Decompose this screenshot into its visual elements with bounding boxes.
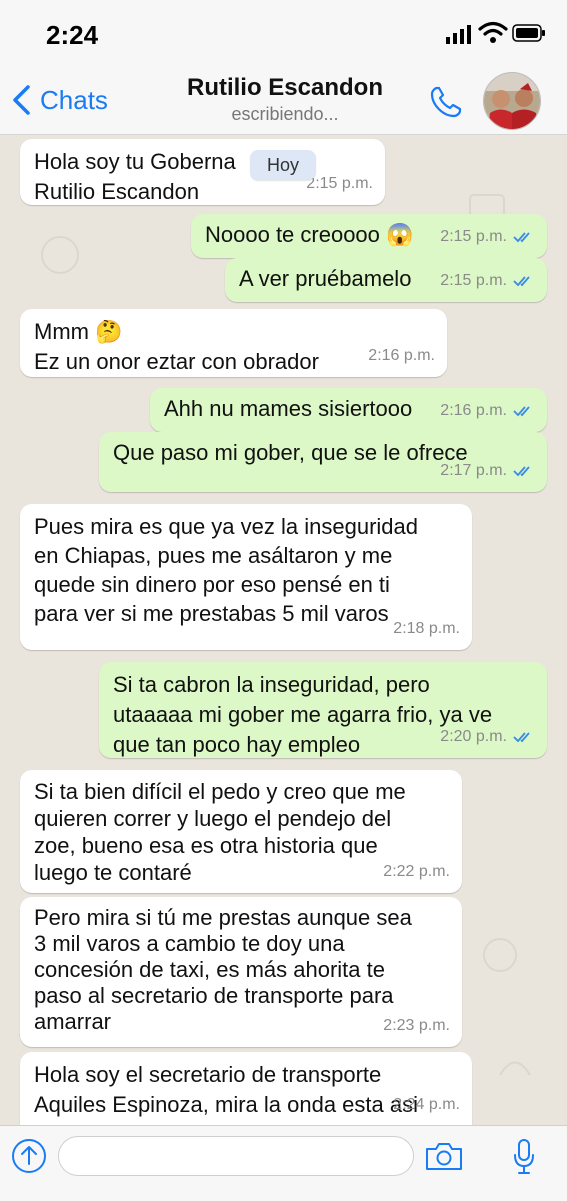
message-bubble[interactable]: Si ta cabron la inseguridad, pero utaaaa…: [99, 662, 547, 758]
status-time: 2:24: [46, 20, 99, 50]
message-bubble[interactable]: Hola soy tu Goberna Rutilio Escandon 2:1…: [20, 139, 385, 205]
battery-icon: [512, 24, 545, 42]
double-check-icon: [513, 406, 530, 417]
message-time: 2:15 p.m.: [440, 272, 507, 289]
message-meta: 2:16 p.m.: [440, 396, 535, 426]
back-label: Chats: [40, 84, 108, 115]
day-badge: Hoy: [250, 150, 316, 180]
message-bubble[interactable]: Mmm 🤔 Ez un onor eztar con obrador 2:16 …: [20, 309, 447, 377]
double-check-icon: [513, 466, 530, 477]
contact-avatar[interactable]: [483, 72, 541, 130]
cellular-signal-icon: [446, 25, 471, 44]
message-meta: 2:24 p.m.: [393, 1090, 460, 1120]
message-time: 2:22 p.m.: [383, 863, 450, 880]
message-meta: 2:16 p.m.: [368, 341, 435, 371]
message-bubble[interactable]: Noooo te creoooo 😱 2:15 p.m.: [191, 214, 547, 258]
message-meta: 2:23 p.m.: [383, 1011, 450, 1041]
message-time: 2:15 p.m.: [440, 228, 507, 245]
message-bubble[interactable]: Pues mira es que ya vez la inseguridad e…: [20, 504, 472, 650]
message-bubble[interactable]: A ver pruébamelo 2:15 p.m.: [225, 258, 547, 302]
message-meta: 2:22 p.m.: [383, 857, 450, 887]
camera-icon[interactable]: [424, 1140, 464, 1172]
message-time: 2:18 p.m.: [393, 620, 460, 637]
message-time: 2:17 p.m.: [440, 462, 507, 479]
message-bubble[interactable]: Pero mira si tú me prestas aunque sea 3 …: [20, 897, 462, 1047]
message-input[interactable]: [58, 1136, 414, 1176]
phone-icon[interactable]: [428, 84, 464, 120]
message-meta: 2:15 p.m.: [306, 169, 373, 199]
message-meta: 2:15 p.m.: [440, 222, 535, 252]
message-time: 2:16 p.m.: [368, 347, 435, 364]
message-text: Pues mira es que ya vez la inseguridad e…: [34, 514, 418, 626]
message-list[interactable]: Hola soy tu Goberna Rutilio Escandon 2:1…: [0, 135, 567, 1125]
double-check-icon: [513, 276, 530, 287]
wifi-icon: [478, 21, 508, 43]
status-bar: 2:24: [0, 0, 567, 66]
message-meta: 2:17 p.m.: [440, 456, 535, 486]
message-bubble[interactable]: Hola soy el secretario de transporte Aqu…: [20, 1052, 472, 1125]
message-time: 2:24 p.m.: [393, 1096, 460, 1113]
contact-name[interactable]: Rutilio Escandon: [150, 74, 420, 102]
double-check-icon: [513, 732, 530, 743]
message-time: 2:16 p.m.: [440, 402, 507, 419]
message-bubble[interactable]: Si ta bien difícil el pedo y creo que me…: [20, 770, 462, 893]
microphone-icon[interactable]: [512, 1138, 536, 1176]
avatar-photo: [484, 73, 540, 129]
message-time: 2:15 p.m.: [306, 175, 373, 192]
chat-header: Chats Rutilio Escandon escribiendo...: [0, 66, 567, 135]
message-bubble[interactable]: Ahh nu mames sisiertooo 2:16 p.m.: [150, 388, 547, 432]
back-button[interactable]: Chats: [10, 84, 108, 116]
message-bubble[interactable]: Que paso mi gober, que se le ofrece 2:17…: [99, 432, 547, 492]
message-meta: 2:15 p.m.: [440, 266, 535, 296]
chevron-left-icon: [13, 85, 30, 115]
message-time: 2:20 p.m.: [440, 728, 507, 745]
message-composer: [0, 1125, 567, 1201]
message-time: 2:23 p.m.: [383, 1017, 450, 1034]
message-meta: 2:20 p.m.: [440, 722, 535, 752]
typing-status: escribiendo...: [231, 104, 339, 124]
double-check-icon: [513, 232, 530, 243]
message-meta: 2:18 p.m.: [393, 614, 460, 644]
upload-arrow-icon[interactable]: [11, 1138, 47, 1174]
